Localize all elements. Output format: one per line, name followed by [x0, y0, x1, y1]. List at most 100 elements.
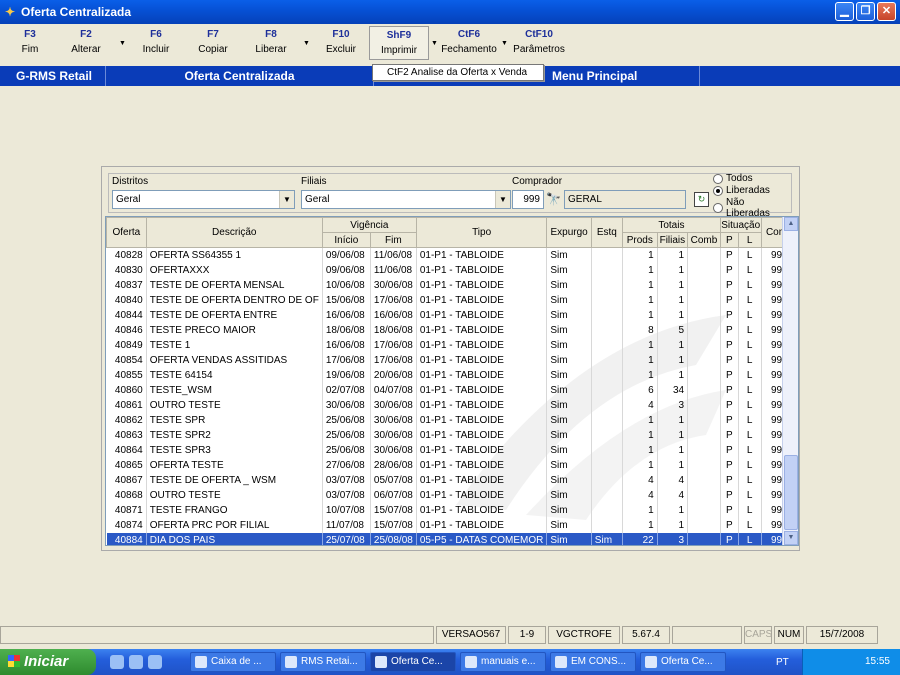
- col-comb[interactable]: Comb: [687, 232, 721, 248]
- comprador-code-input[interactable]: 999: [512, 190, 544, 209]
- col-inicio[interactable]: Início: [321, 232, 371, 248]
- cell-descricao: TESTE 1: [146, 337, 323, 353]
- vertical-scrollbar[interactable]: ▲ ▼: [782, 217, 798, 545]
- table-row[interactable]: 40863 TESTE SPR2 25/06/08 30/06/08 01-P1 - T…: [106, 427, 798, 443]
- cell-inicio: 25/06/08: [322, 442, 371, 458]
- language-indicator[interactable]: PT: [776, 657, 789, 668]
- cell-prods: 1: [622, 517, 658, 533]
- minimize-button[interactable]: ▁: [835, 2, 854, 21]
- task-oferta-doc[interactable]: Oferta Ce...: [640, 652, 726, 672]
- cell-tipo: 01-P1 - TABLOIDE: [416, 277, 548, 293]
- scroll-up-icon[interactable]: ▲: [784, 217, 798, 231]
- copiar-button[interactable]: F7 Copiar: [183, 29, 243, 55]
- cell-inicio: 25/06/08: [322, 427, 371, 443]
- cell-filiais: 5: [657, 322, 689, 338]
- cell-estq: [591, 277, 623, 293]
- table-row[interactable]: 40844 TESTE DE OFERTA ENTRE 16/06/08 16/06/…: [106, 307, 798, 323]
- status-message: [0, 626, 434, 644]
- fechamento-button[interactable]: CtF6 Fechamento: [439, 29, 499, 55]
- excluir-button[interactable]: F10 Excluir: [311, 29, 371, 55]
- fechamento-dropdown-arrow[interactable]: ▼: [501, 40, 508, 47]
- col-descricao[interactable]: Descrição: [145, 217, 323, 248]
- col-tipo[interactable]: Tipo: [415, 217, 548, 248]
- cell-expurgo: Sim: [546, 517, 592, 533]
- cell-p: P: [720, 412, 739, 428]
- media-icon[interactable]: [148, 655, 162, 669]
- chevron-down-icon[interactable]: ▼: [495, 191, 510, 208]
- cell-filiais: 4: [657, 472, 689, 488]
- alterar-button[interactable]: F2 Alterar: [56, 29, 116, 55]
- chevron-down-icon[interactable]: ▼: [279, 191, 294, 208]
- radio-todos[interactable]: Todos: [713, 173, 753, 184]
- cell-expurgo: Sim: [546, 292, 592, 308]
- table-row[interactable]: 40862 TESTE SPR 25/06/08 30/06/08 01-P1 - TA…: [106, 412, 798, 428]
- task-em-cons[interactable]: EM CONS...: [550, 652, 636, 672]
- cell-expurgo: Sim: [546, 337, 592, 353]
- distritos-select[interactable]: Geral ▼: [112, 190, 295, 209]
- cell-tipo: 01-P1 - TABLOIDE: [416, 412, 548, 428]
- col-fim[interactable]: Fim: [369, 232, 417, 248]
- table-row[interactable]: 40849 TESTE 1 16/06/08 17/06/08 01-P1 - TABL…: [106, 337, 798, 353]
- refresh-icon[interactable]: ↻: [694, 192, 709, 207]
- cell-comb: [687, 532, 721, 545]
- cell-tipo: 01-P1 - TABLOIDE: [416, 457, 548, 473]
- cell-tipo: 01-P1 - TABLOIDE: [416, 442, 548, 458]
- scroll-down-icon[interactable]: ▼: [784, 531, 798, 545]
- table-row[interactable]: 40884 DIA DOS PAIS 25/07/08 25/08/08 05-P5 -…: [106, 532, 798, 545]
- cell-estq: Sim: [591, 532, 623, 545]
- table-row[interactable]: 40868 OUTRO TESTE 03/07/08 06/07/08 01-P1 - …: [106, 487, 798, 503]
- cell-tipo: 01-P1 - TABLOIDE: [416, 517, 548, 533]
- task-manuais[interactable]: manuais e...: [460, 652, 546, 672]
- menu-item-analise-oferta[interactable]: CtF2 Analise da Oferta x Venda: [387, 65, 543, 80]
- desktop-icon[interactable]: [129, 655, 143, 669]
- table-row[interactable]: 40830 OFERTAXXX 09/06/08 11/06/08 01-P1 - TA…: [106, 262, 798, 278]
- col-filiais[interactable]: Filiais: [656, 232, 689, 248]
- table-row[interactable]: 40871 TESTE FRANGO 10/07/08 15/07/08 01-P1 -…: [106, 502, 798, 518]
- table-row[interactable]: 40840 TESTE DE OFERTA DENTRO DE OF 15/06/0…: [106, 292, 798, 308]
- filiais-select[interactable]: Geral ▼: [301, 190, 511, 209]
- table-row[interactable]: 40855 TESTE 64154 19/06/08 20/06/08 01-P1 - …: [106, 367, 798, 383]
- fim-button[interactable]: F3 Fim: [0, 29, 60, 55]
- col-p[interactable]: P: [719, 232, 739, 248]
- alterar-dropdown-arrow[interactable]: ▼: [119, 40, 126, 47]
- close-button[interactable]: ✕: [877, 2, 896, 21]
- radio-liberadas[interactable]: Liberadas: [713, 185, 770, 196]
- cell-expurgo: Sim: [546, 247, 592, 263]
- table-row[interactable]: 40860 TESTE_WSM 02/07/08 04/07/08 01-P1 - TA…: [106, 382, 798, 398]
- table-row[interactable]: 40837 TESTE DE OFERTA MENSAL 10/06/08 30/06…: [106, 277, 798, 293]
- col-prods[interactable]: Prods: [621, 232, 658, 248]
- col-l[interactable]: L: [737, 232, 762, 248]
- task-caixa[interactable]: Caixa de ...: [190, 652, 276, 672]
- start-button[interactable]: Iniciar: [0, 649, 96, 675]
- imprimir-dropdown-arrow[interactable]: ▼: [431, 40, 438, 47]
- cell-oferta: 40855: [106, 367, 147, 383]
- col-estq[interactable]: Estq: [590, 217, 623, 248]
- scroll-thumb[interactable]: [784, 455, 798, 530]
- table-row[interactable]: 40846 TESTE PRECO MAIOR 18/06/08 18/06/08 01…: [106, 322, 798, 338]
- cell-oferta: 40846: [106, 322, 147, 338]
- table-row[interactable]: 40865 OFERTA TESTE 27/06/08 28/06/08 01-P1 -…: [106, 457, 798, 473]
- table-row[interactable]: 40864 TESTE SPR3 25/06/08 30/06/08 01-P1 - T…: [106, 442, 798, 458]
- ie-icon[interactable]: [110, 655, 124, 669]
- table-row[interactable]: 40854 OFERTA VENDAS ASSITIDAS 17/06/08 17/0…: [106, 352, 798, 368]
- maximize-button[interactable]: ❐: [856, 2, 875, 21]
- table-row[interactable]: 40867 TESTE DE OFERTA _ WSM 03/07/08 05/07/…: [106, 472, 798, 488]
- task-rms[interactable]: RMS Retai...: [280, 652, 366, 672]
- cell-expurgo: Sim: [546, 502, 592, 518]
- cell-expurgo: Sim: [546, 442, 592, 458]
- table-row[interactable]: 40828 OFERTA SS64355 1 09/06/08 11/06/08 01-…: [106, 247, 798, 263]
- task-oferta-active[interactable]: Oferta Ce...: [370, 652, 456, 672]
- liberar-dropdown-arrow[interactable]: ▼: [303, 40, 310, 47]
- cell-fim: 17/06/08: [370, 292, 417, 308]
- table-row[interactable]: 40861 OUTRO TESTE 30/06/08 30/06/08 01-P1 - …: [106, 397, 798, 413]
- binoculars-icon[interactable]: 🔭: [546, 192, 561, 206]
- col-oferta[interactable]: Oferta: [106, 217, 147, 248]
- col-expurgo[interactable]: Expurgo: [546, 217, 592, 248]
- cell-comb: [687, 352, 721, 368]
- incluir-button[interactable]: F6 Incluir: [126, 29, 186, 55]
- cell-descricao: TESTE FRANGO: [146, 502, 323, 518]
- imprimir-button[interactable]: ShF9 Imprimir: [369, 26, 429, 60]
- table-row[interactable]: 40874 OFERTA PRC POR FILIAL 11/07/08 15/07/…: [106, 517, 798, 533]
- liberar-button[interactable]: F8 Liberar: [241, 29, 301, 55]
- parametros-button[interactable]: CtF10 Parâmetros: [509, 29, 569, 55]
